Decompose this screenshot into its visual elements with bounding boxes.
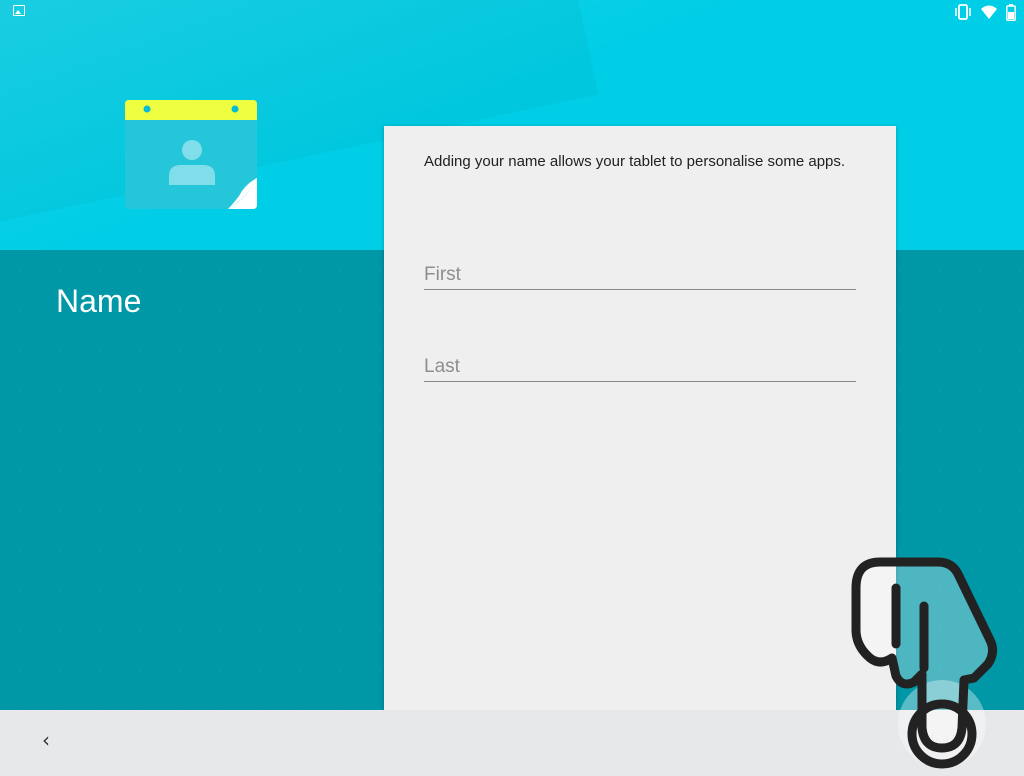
chevron-right-icon: › [965,732,970,748]
status-icons [954,3,1016,21]
next-label: NEXT [919,731,962,749]
form-description: Adding your name allows your tablet to p… [424,153,846,170]
vibrate-icon [955,4,971,20]
first-name-input[interactable] [424,250,856,289]
chevron-left-icon: ‹ [42,728,50,752]
back-button[interactable]: ‹ [30,724,62,756]
status-bar [0,0,1024,24]
contact-card-icon [125,100,257,210]
last-name-field [424,342,856,382]
page-title: Name [56,283,142,319]
setup-screen: Name Adding your name allows your tablet… [0,0,1024,776]
next-button[interactable]: NEXT › [905,725,991,755]
battery-icon [1006,3,1016,21]
wifi-icon [981,5,997,19]
navigation-bar: ‹ NEXT › [0,710,1024,776]
image-notification-icon [13,5,25,16]
first-name-field [424,250,856,290]
last-name-input[interactable] [424,342,856,381]
name-form-card: Adding your name allows your tablet to p… [384,126,896,726]
